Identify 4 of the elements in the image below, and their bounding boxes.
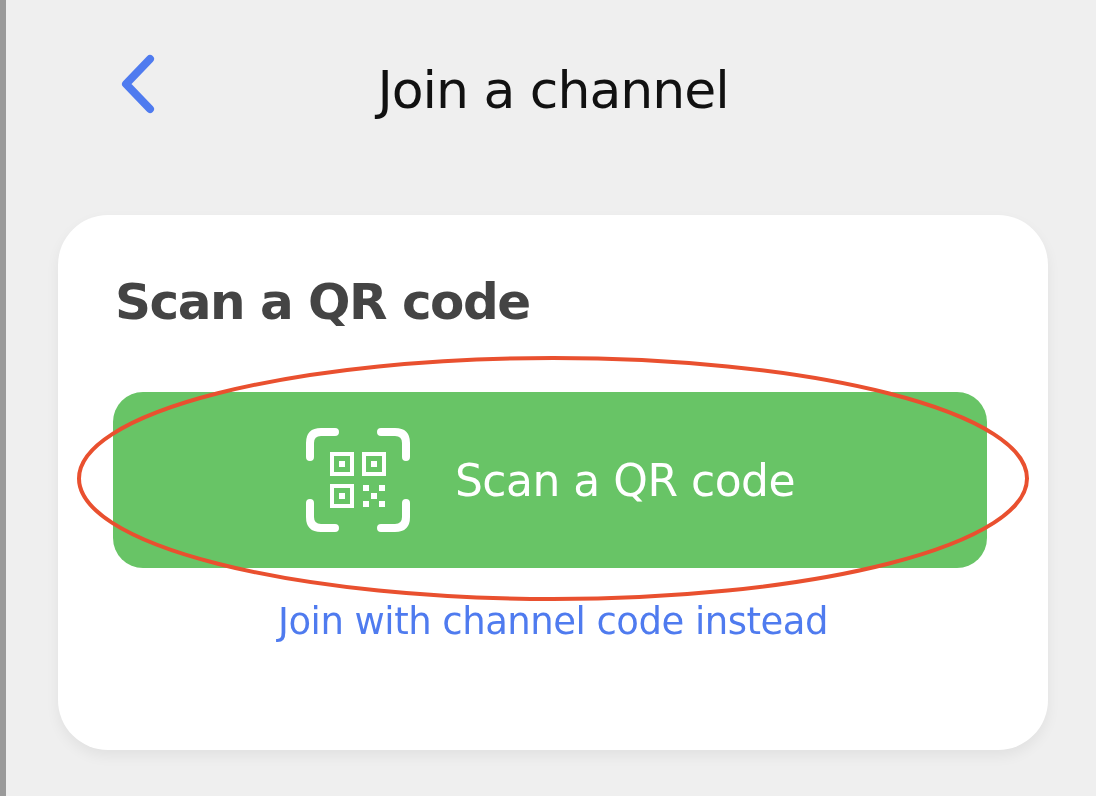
channel-code-link[interactable]: Join with channel code instead: [278, 600, 828, 643]
card-heading: Scan a QR code: [115, 277, 531, 327]
qr-scan-icon: [304, 427, 411, 533]
scan-button[interactable]: Scan a QR code: [113, 392, 987, 568]
